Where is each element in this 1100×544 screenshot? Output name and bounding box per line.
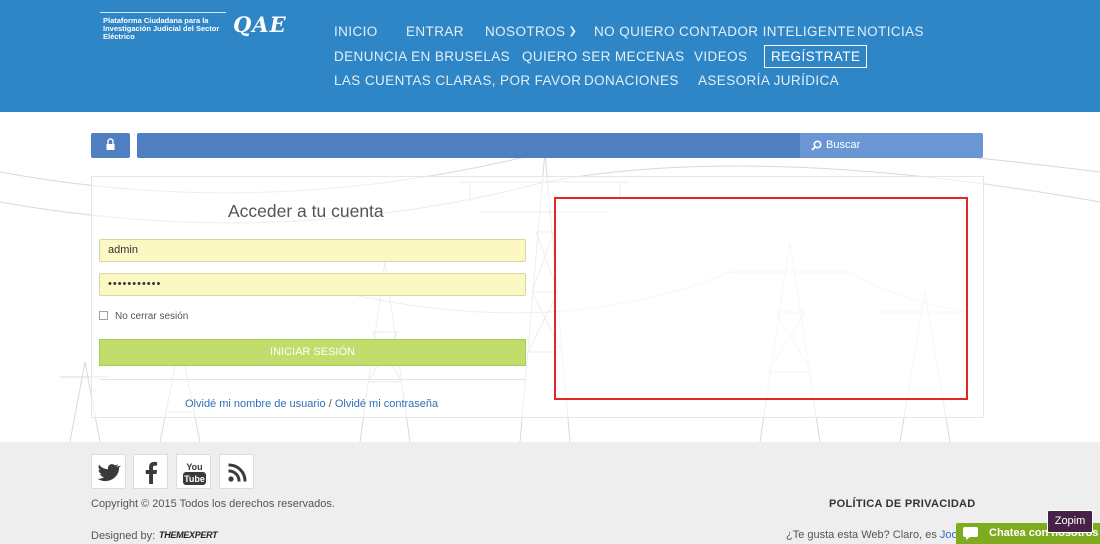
facebook-link[interactable] <box>133 454 168 489</box>
site-header: Plataforma Ciudadana para la Investigaci… <box>0 0 1100 112</box>
like-web-text: ¿Te gusta esta Web? Claro, es Joo <box>786 529 958 541</box>
joomla-link[interactable]: Joo <box>940 529 958 541</box>
remember-label: No cerrar sesión <box>115 311 189 322</box>
zopim-badge[interactable]: Zopim <box>1047 510 1093 533</box>
nav-no-quiero-contador[interactable]: NO QUIERO CONTADOR INTELIGENTE <box>594 24 856 39</box>
copyright-text: Copyright © 2015 Todos los derechos rese… <box>91 498 335 510</box>
svg-text:Tube: Tube <box>184 474 205 484</box>
nav-inicio[interactable]: INICIO <box>334 24 378 39</box>
logo-rule <box>100 12 226 13</box>
search-button-label: Buscar <box>826 139 861 151</box>
nav-donaciones[interactable]: DONACIONES <box>584 73 679 88</box>
nav-asesoria-juridica[interactable]: ASESORÍA JURÍDICA <box>698 73 839 88</box>
forgot-username-link[interactable]: Olvidé mi nombre de usuario <box>185 398 326 410</box>
facebook-icon <box>145 461 158 484</box>
nav-denuncia-bruselas[interactable]: DENUNCIA EN BRUSELAS <box>334 49 510 64</box>
nav-nosotros-label: NOSOTROS <box>485 24 566 39</box>
chat-bubble-icon <box>963 527 978 540</box>
search-button[interactable]: Buscar <box>800 133 983 158</box>
rss-link[interactable] <box>219 454 254 489</box>
twitter-icon <box>97 464 121 482</box>
nav-mecenas[interactable]: QUIERO SER MECENAS <box>522 49 684 64</box>
search-icon <box>811 140 822 151</box>
lock-icon <box>106 138 115 150</box>
remember-checkbox[interactable] <box>99 311 108 320</box>
login-title: Acceder a tu cuenta <box>228 201 384 221</box>
nav-cuentas-claras[interactable]: LAS CUENTAS CLARAS, POR FAVOR <box>334 73 581 88</box>
password-field[interactable]: ••••••••••• <box>99 273 526 296</box>
svg-text:You: You <box>186 462 202 472</box>
forgot-links: Olvidé mi nombre de usuario / Olvidé mi … <box>185 398 438 410</box>
site-logo[interactable]: Plataforma Ciudadana para la Investigaci… <box>100 12 300 62</box>
youtube-icon: You Tube <box>183 462 206 485</box>
search-input[interactable] <box>137 133 800 158</box>
youtube-link[interactable]: You Tube <box>176 454 211 489</box>
forgot-password-link[interactable]: Olvidé mi contraseña <box>335 398 438 410</box>
nav-registrate[interactable]: REGÍSTRATE <box>764 45 868 68</box>
privacy-policy-link[interactable]: POLÍTICA DE PRIVACIDAD <box>829 498 976 510</box>
chevron-down-icon: ❯ <box>568 26 578 37</box>
logo-brand: QAE <box>233 12 287 37</box>
login-button[interactable]: INICIAR SESIÓN <box>99 339 526 366</box>
nav-videos[interactable]: VIDEOS <box>694 49 747 64</box>
nav-nosotros[interactable]: NOSOTROS ❯ <box>485 24 577 39</box>
designed-by-label: Designed by: <box>91 530 156 542</box>
link-separator: / <box>328 398 332 410</box>
ad-frame <box>554 197 968 400</box>
lock-button[interactable] <box>91 133 130 158</box>
twitter-link[interactable] <box>91 454 126 489</box>
themexpert-logo[interactable]: THEMEXPERT <box>159 530 218 540</box>
like-web-label: ¿Te gusta esta Web? Claro, es <box>786 529 937 541</box>
username-field[interactable]: admin <box>99 239 526 262</box>
nav-noticias[interactable]: NOTICIAS <box>857 24 924 39</box>
logo-text: Plataforma Ciudadana para la Investigaci… <box>103 16 220 41</box>
login-divider <box>99 379 526 380</box>
rss-icon <box>228 463 247 482</box>
nav-entrar[interactable]: ENTRAR <box>406 24 464 39</box>
